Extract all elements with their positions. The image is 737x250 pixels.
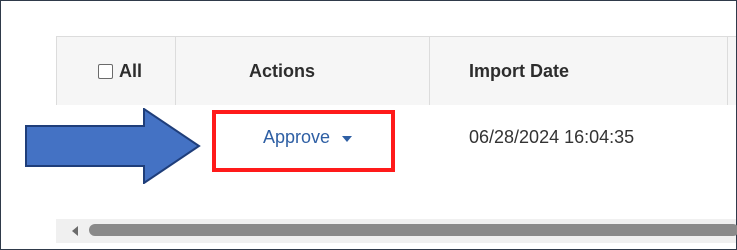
column-divider: [56, 37, 57, 105]
scroll-left-icon[interactable]: [72, 226, 78, 236]
select-all-checkbox[interactable]: [98, 64, 113, 79]
table-header-row: All Actions Import Date: [56, 36, 736, 106]
column-divider: [175, 37, 176, 105]
column-header-actions[interactable]: Actions: [249, 61, 315, 82]
column-header-import-date[interactable]: Import Date: [469, 61, 569, 82]
import-date-cell: 06/28/2024 16:04:35: [469, 127, 635, 147]
horizontal-scrollbar[interactable]: [56, 219, 737, 243]
select-all-control[interactable]: All: [98, 61, 142, 82]
highlight-box: [212, 110, 395, 172]
screenshot-frame: All Actions Import Date Approve 06/28/20…: [0, 0, 737, 250]
scrollbar-thumb[interactable]: [89, 224, 737, 236]
column-divider: [727, 37, 728, 105]
column-divider: [429, 37, 430, 105]
pointer-arrow-icon: [25, 108, 201, 184]
select-all-label: All: [119, 61, 143, 81]
